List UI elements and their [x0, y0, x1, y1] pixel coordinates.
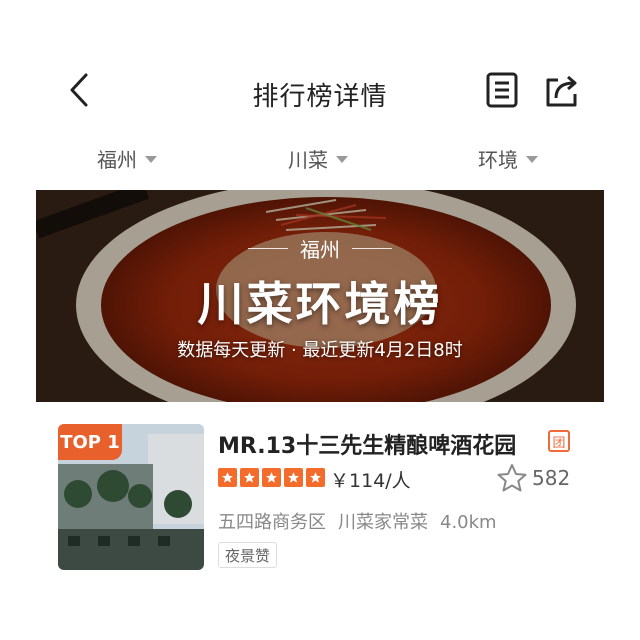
navigation-bar: 排行榜详情: [0, 56, 640, 126]
category: 川菜家常菜: [338, 512, 428, 533]
avg-price: ￥114/人: [330, 470, 411, 492]
list-item[interactable]: TOP 1 MR.13十三先生精酿啤酒花园 团 ￥114/人 582 五四路商务…: [58, 424, 618, 574]
star-icon: [306, 468, 325, 487]
star-icon: [240, 468, 259, 487]
divider: [248, 248, 288, 249]
shop-meta: 五四路商务区 川菜家常菜 4.0km: [218, 508, 509, 534]
cuisine-filter[interactable]: 川菜: [288, 140, 348, 176]
feature-tag: 夜景赞: [218, 542, 278, 568]
district: 五四路商务区: [218, 512, 326, 533]
share-icon: [546, 75, 577, 107]
banner-title: 川菜环境榜: [197, 277, 443, 331]
ambience-filter[interactable]: 环境: [478, 140, 538, 176]
city-filter-label: 福州: [97, 147, 137, 172]
cuisine-filter-label: 川菜: [288, 147, 328, 172]
rank-badge: TOP 1: [58, 424, 122, 460]
caret-down-icon: [336, 155, 348, 163]
city-filter[interactable]: 福州: [97, 140, 157, 176]
caret-down-icon: [526, 155, 538, 163]
group-buy-badge: 团: [548, 430, 570, 452]
share-button[interactable]: [542, 70, 582, 110]
distance: 4.0km: [440, 512, 497, 533]
shop-name[interactable]: MR.13十三先生精酿啤酒花园: [218, 428, 516, 460]
star-icon: [284, 468, 303, 487]
banner-city: 福州: [36, 234, 604, 263]
divider: [352, 248, 392, 249]
caret-down-icon: [145, 155, 157, 163]
star-icon: [262, 468, 281, 487]
ambience-filter-label: 环境: [478, 147, 518, 172]
filter-bar: 福州 川菜 环境: [0, 140, 640, 176]
document-list-icon: [486, 72, 518, 108]
favorite-count: 582: [532, 466, 571, 490]
favorite-star-icon[interactable]: [496, 462, 528, 494]
star-icon: [218, 468, 237, 487]
rating-stars: [218, 468, 325, 487]
list-button[interactable]: [482, 70, 522, 110]
banner-subtitle: 数据每天更新 · 最近更新4月2日8时: [177, 340, 463, 361]
ranking-banner: 福州 川菜环境榜 数据每天更新 · 最近更新4月2日8时: [36, 190, 604, 402]
banner-city-label: 福州: [300, 238, 340, 262]
shop-thumbnail[interactable]: TOP 1: [58, 424, 204, 570]
